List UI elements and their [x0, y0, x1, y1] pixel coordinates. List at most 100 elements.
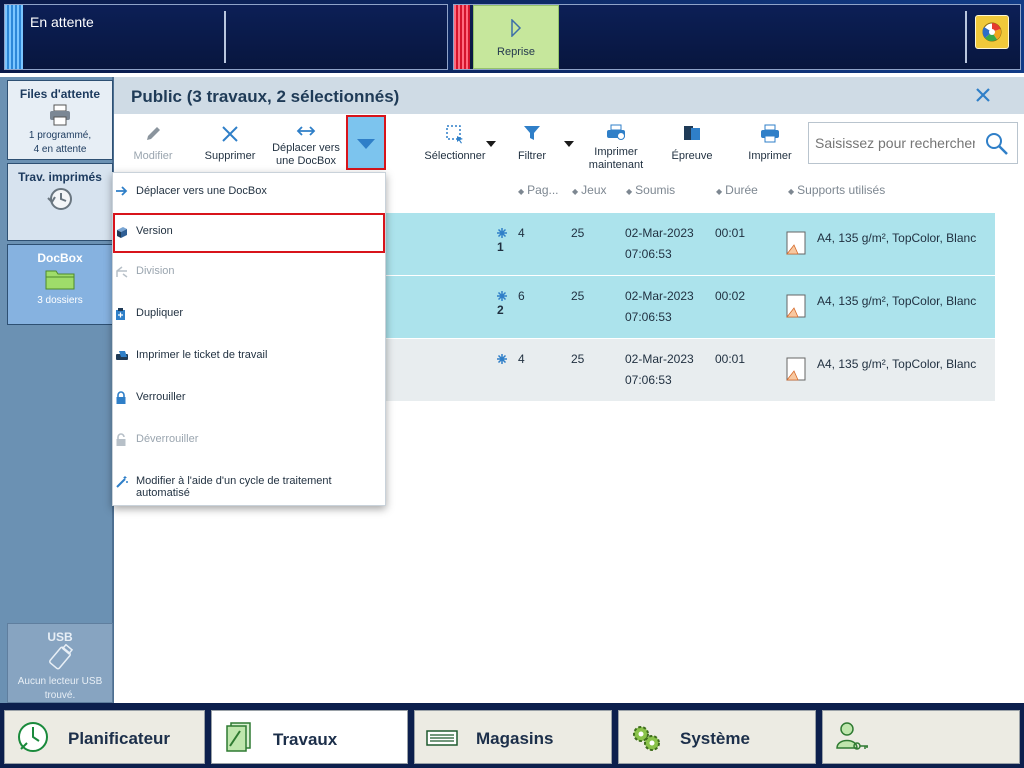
- filter-button[interactable]: Filtrer: [506, 118, 558, 172]
- col-sets-header[interactable]: ◆ Jeux: [572, 183, 607, 197]
- modify-label: Modifier: [133, 150, 173, 162]
- col-submitted-header[interactable]: ◆ Soumis: [626, 183, 675, 197]
- sidebar-item-queues[interactable]: Files d'attente 1 programmé, 4 en attent…: [7, 80, 113, 160]
- menu-item-unlock[interactable]: Déverrouiller: [113, 421, 385, 461]
- menu-item-version[interactable]: Version: [113, 213, 385, 253]
- delete-button[interactable]: Supprimer: [198, 118, 262, 172]
- asterisk-icon: [497, 354, 507, 364]
- sidebar-item-printed-jobs[interactable]: Trav. imprimés: [7, 163, 113, 241]
- row-media: A4, 135 g/m², TopColor, Blanc: [817, 357, 977, 371]
- col-duration-header[interactable]: ◆ Durée: [716, 183, 758, 197]
- usb-status-line1: Aucun lecteur USB: [17, 676, 103, 687]
- select-dropdown-icon[interactable]: [486, 141, 496, 147]
- menu-item-label: Version: [136, 225, 173, 237]
- menu-item-lock[interactable]: Verrouiller: [113, 379, 385, 419]
- menu-item-label: Division: [136, 265, 175, 277]
- filter-dropdown-icon[interactable]: [564, 141, 574, 147]
- col-label: Jeux: [581, 183, 607, 197]
- close-button[interactable]: [974, 86, 994, 106]
- ticket-print-icon: [116, 351, 128, 360]
- row-sets: 25: [571, 289, 585, 303]
- col-media-header[interactable]: ◆ Supports utilisés: [788, 183, 885, 197]
- print-now-button[interactable]: Imprimer maintenant: [582, 118, 650, 172]
- col-label: Pag...: [527, 183, 559, 197]
- col-pages-header[interactable]: ◆ Pag...: [518, 183, 559, 197]
- menu-item-duplicate[interactable]: Dupliquer: [113, 295, 385, 335]
- nav-system[interactable]: Système: [618, 710, 816, 764]
- page-title: Public (3 travaux, 2 sélectionnés): [131, 87, 400, 106]
- print-now-label-line2: maintenant: [588, 159, 644, 171]
- search-input[interactable]: [815, 135, 975, 151]
- menu-item-move-to-docbox[interactable]: Déplacer vers une DocBox: [113, 173, 385, 213]
- proof-label: Épreuve: [671, 150, 713, 162]
- print-now-label-line1: Imprimer: [594, 146, 638, 158]
- pencil-icon: [147, 127, 160, 140]
- move-to-docbox-button[interactable]: Déplacer vers une DocBox: [268, 118, 344, 172]
- sidebar-item-label: DocBox: [37, 251, 83, 265]
- media-sheet-icon: [786, 357, 806, 381]
- paper-tray-icon: [426, 730, 458, 746]
- select-marquee-icon: [446, 125, 463, 144]
- proof-button[interactable]: Épreuve: [664, 118, 720, 172]
- print-label: Imprimer: [748, 150, 792, 162]
- row-pages: 4: [518, 352, 525, 366]
- row-time: 07:06:53: [625, 373, 672, 387]
- resume-label: Reprise: [497, 46, 535, 58]
- sidebar-item-usb[interactable]: USB Aucun lecteur USB trouvé.: [7, 623, 113, 703]
- main-header: Public (3 travaux, 2 sélectionnés): [114, 77, 1024, 114]
- proof-icon: [684, 126, 700, 140]
- close-icon: [976, 88, 990, 102]
- nav-user[interactable]: [822, 710, 1020, 764]
- nav-jobs[interactable]: Travaux: [211, 710, 408, 764]
- asterisk-icon: [497, 291, 507, 301]
- usb-status-line2: trouvé.: [44, 690, 76, 701]
- printer-control-panel: Reprise: [453, 4, 1021, 70]
- nav-trays[interactable]: Magasins: [414, 710, 612, 764]
- col-label: Supports utilisés: [797, 183, 886, 197]
- docbox-folder-count: 3 dossiers: [37, 295, 83, 306]
- printer-status-panel[interactable]: En attente: [4, 4, 448, 70]
- printer-icon: [761, 124, 779, 143]
- select-button[interactable]: Sélectionner: [420, 118, 490, 172]
- printer-status-label: En attente: [30, 14, 94, 30]
- row-sets: 25: [571, 352, 585, 366]
- row-date: 02-Mar-2023: [625, 289, 694, 303]
- resume-button[interactable]: Reprise: [473, 5, 559, 69]
- color-wheel-icon[interactable]: [975, 15, 1009, 49]
- filter-label: Filtrer: [517, 150, 547, 162]
- print-now-icon: [607, 124, 625, 140]
- col-label: Soumis: [635, 183, 676, 197]
- menu-item-split[interactable]: Division: [113, 253, 385, 293]
- queues-scheduled-count: 1 programmé,: [28, 130, 92, 141]
- play-icon: [511, 18, 522, 38]
- menu-item-label: Déverrouiller: [136, 433, 199, 445]
- search-icon[interactable]: [985, 132, 1009, 156]
- modify-button[interactable]: Modifier: [124, 118, 182, 172]
- search-field[interactable]: [808, 122, 1018, 164]
- col-label: Durée: [725, 183, 758, 197]
- select-label: Sélectionner: [424, 150, 486, 162]
- nav-label: Planificateur: [68, 729, 171, 748]
- toolbar: Modifier Supprimer Déplacer vers une Doc…: [114, 114, 1024, 174]
- sidebar-item-docbox[interactable]: DocBox 3 dossiers: [7, 244, 113, 325]
- more-actions-button[interactable]: [346, 115, 386, 170]
- arrow-right-icon: [116, 186, 128, 196]
- gears-icon: [633, 726, 660, 751]
- duplicate-icon: [116, 308, 125, 320]
- row-time: 07:06:53: [625, 310, 672, 324]
- nav-label: Magasins: [476, 729, 554, 748]
- history-clock-icon: [47, 188, 72, 210]
- media-sheet-icon: [786, 294, 806, 318]
- row-date: 02-Mar-2023: [625, 226, 694, 240]
- menu-item-print-ticket[interactable]: Imprimer le ticket de travail: [113, 337, 385, 377]
- nav-scheduler[interactable]: Planificateur: [4, 710, 205, 764]
- jobs-document-icon: [226, 722, 251, 752]
- row-order: 2: [497, 303, 504, 317]
- delete-label: Supprimer: [204, 150, 256, 162]
- print-button[interactable]: Imprimer: [740, 118, 800, 172]
- row-duration: 00:02: [715, 289, 746, 303]
- status-stripe-red: [454, 5, 470, 69]
- queues-waiting-count: 4 en attente: [33, 144, 87, 155]
- bottom-navigation: Planificateur Travaux Magasins Système: [0, 703, 1024, 768]
- menu-item-automated-workflow[interactable]: Modifier à l'aide d'un cycle de traiteme…: [113, 463, 385, 503]
